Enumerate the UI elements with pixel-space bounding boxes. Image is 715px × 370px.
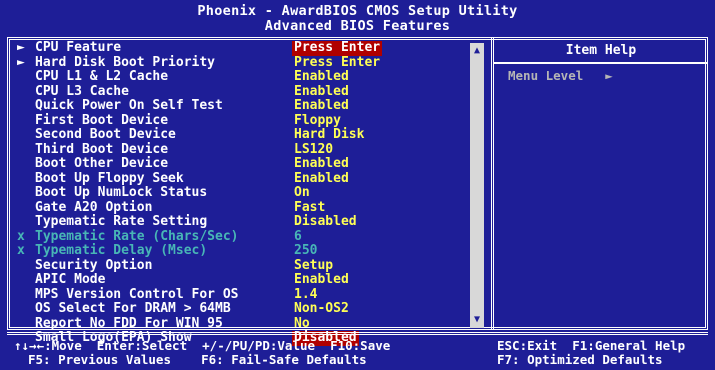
setting-value[interactable]: Enabled bbox=[292, 69, 351, 85]
bios-header: Phoenix - AwardBIOS CMOS Setup Utility A… bbox=[0, 0, 715, 38]
setting-label: Typematic Rate Setting bbox=[35, 214, 208, 229]
panel-divider bbox=[491, 37, 494, 330]
setting-value[interactable]: Press Enter bbox=[292, 40, 383, 56]
setting-row[interactable]: ► CPU Feature Press Enter bbox=[17, 40, 389, 56]
setting-label: Third Boot Device bbox=[35, 141, 169, 157]
setting-value[interactable]: 1.4 bbox=[292, 287, 319, 303]
setting-row[interactable]: Boot Up Floppy Seek Enabled bbox=[17, 170, 389, 187]
setting-value[interactable]: Fast bbox=[292, 200, 327, 216]
item-help-title: Item Help bbox=[565, 43, 637, 58]
setting-row: x Typematic Rate (Chars/Sec) 6 bbox=[17, 228, 389, 245]
setting-value[interactable]: Non-OS2 bbox=[292, 301, 351, 317]
setting-row[interactable]: Report No FDD For WIN 95 No bbox=[17, 315, 389, 332]
settings-list: ► CPU Feature Press Enter ► Hard Disk Boot P… bbox=[17, 40, 389, 346]
footer-keys-line1-right: ESC:Exit F1:General Help bbox=[497, 338, 686, 353]
setting-label: CPU Feature bbox=[35, 40, 122, 55]
scroll-down-icon[interactable]: ▼ bbox=[470, 314, 484, 326]
setting-value[interactable]: Enabled bbox=[292, 156, 351, 172]
setting-row[interactable]: Boot Other Device Enabled bbox=[17, 156, 389, 172]
setting-label: Report No FDD For WIN 95 bbox=[35, 315, 223, 331]
setting-value[interactable]: Enabled bbox=[292, 84, 351, 100]
setting-label: Hard Disk Boot Priority bbox=[35, 54, 216, 70]
setting-row[interactable]: Boot Up NumLock Status On bbox=[17, 185, 389, 201]
setting-value: 250 bbox=[294, 243, 318, 258]
footer-keys-line2-left: F5: Previous Values F6: Fail-Safe Defaul… bbox=[28, 352, 367, 367]
setting-label: CPU L3 Cache bbox=[35, 83, 129, 99]
menu-level-label: Menu Level bbox=[508, 68, 584, 83]
setting-value[interactable]: Enabled bbox=[292, 272, 351, 288]
setting-value[interactable]: Disabled bbox=[292, 214, 359, 230]
setting-row[interactable]: MPS Version Control For OS 1.4 bbox=[17, 286, 389, 303]
setting-label: First Boot Device bbox=[35, 112, 169, 128]
setting-label: Boot Other Device bbox=[35, 156, 169, 171]
setting-value[interactable]: On bbox=[292, 185, 312, 201]
page-title: Advanced BIOS Features bbox=[264, 18, 451, 34]
help-title-divider bbox=[494, 62, 708, 64]
setting-label: MPS Version Control For OS bbox=[35, 286, 239, 302]
setting-label: Security Option bbox=[35, 257, 153, 273]
setting-row[interactable]: First Boot Device Floppy bbox=[17, 112, 389, 129]
setting-label: Typematic Rate (Chars/Sec) bbox=[35, 228, 239, 244]
scroll-up-icon[interactable]: ▲ bbox=[470, 45, 484, 57]
footer-keys-line1-left: ↑↓→←:Move Enter:Select +/-/PU/PD:Value F… bbox=[14, 338, 391, 353]
setting-row[interactable]: Third Boot Device LS120 bbox=[17, 141, 389, 158]
setting-row[interactable]: CPU L3 Cache Enabled bbox=[17, 83, 389, 100]
locked-marker-icon: x bbox=[17, 228, 25, 244]
setting-value[interactable]: Enabled bbox=[292, 98, 351, 114]
menu-level: Menu Level ► bbox=[508, 68, 613, 83]
setting-value[interactable]: No bbox=[292, 316, 312, 332]
setting-row[interactable]: CPU L1 & L2 Cache Enabled bbox=[17, 69, 389, 85]
setting-value[interactable]: Hard Disk bbox=[292, 127, 366, 143]
setting-row[interactable]: OS Select For DRAM > 64MB Non-OS2 bbox=[17, 301, 389, 317]
setting-label: CPU L1 & L2 Cache bbox=[35, 69, 169, 84]
setting-label: Boot Up Floppy Seek bbox=[35, 170, 184, 186]
setting-value: 6 bbox=[294, 228, 302, 244]
setting-label: APIC Mode bbox=[35, 272, 106, 287]
setting-label: Gate A20 Option bbox=[35, 199, 153, 215]
setting-row[interactable]: ► Hard Disk Boot Priority Press Enter bbox=[17, 54, 389, 71]
setting-value[interactable]: Floppy bbox=[292, 113, 343, 129]
setting-row[interactable]: Security Option Setup bbox=[17, 257, 389, 274]
setting-label: Boot Up NumLock Status bbox=[35, 185, 208, 200]
footer-keys-line2-right: F7: Optimized Defaults bbox=[497, 352, 663, 367]
submenu-arrow-icon: ► bbox=[17, 40, 25, 55]
setting-value[interactable]: Setup bbox=[292, 258, 335, 274]
bios-title: Phoenix - AwardBIOS CMOS Setup Utility bbox=[197, 3, 518, 19]
setting-value[interactable]: Enabled bbox=[292, 171, 351, 187]
scrollbar[interactable]: ▲ ▼ bbox=[470, 43, 484, 328]
setting-row[interactable]: Typematic Rate Setting Disabled bbox=[17, 214, 389, 230]
setting-value[interactable]: LS120 bbox=[292, 142, 335, 158]
setting-row[interactable]: Gate A20 Option Fast bbox=[17, 199, 389, 216]
setting-row[interactable]: Second Boot Device Hard Disk bbox=[17, 127, 389, 143]
submenu-arrow-icon: ► bbox=[17, 54, 25, 70]
setting-label: Quick Power On Self Test bbox=[35, 98, 223, 113]
locked-marker-icon: x bbox=[17, 243, 25, 258]
setting-value[interactable]: Press Enter bbox=[292, 55, 382, 71]
setting-label: Typematic Delay (Msec) bbox=[35, 243, 208, 258]
menu-level-arrow-icon: ► bbox=[605, 68, 613, 83]
setting-label: OS Select For DRAM > 64MB bbox=[35, 301, 231, 316]
setting-row: x Typematic Delay (Msec) 250 bbox=[17, 243, 389, 259]
setting-row[interactable]: APIC Mode Enabled bbox=[17, 272, 389, 288]
setting-label: Second Boot Device bbox=[35, 127, 176, 142]
setting-row[interactable]: Quick Power On Self Test Enabled bbox=[17, 98, 389, 114]
